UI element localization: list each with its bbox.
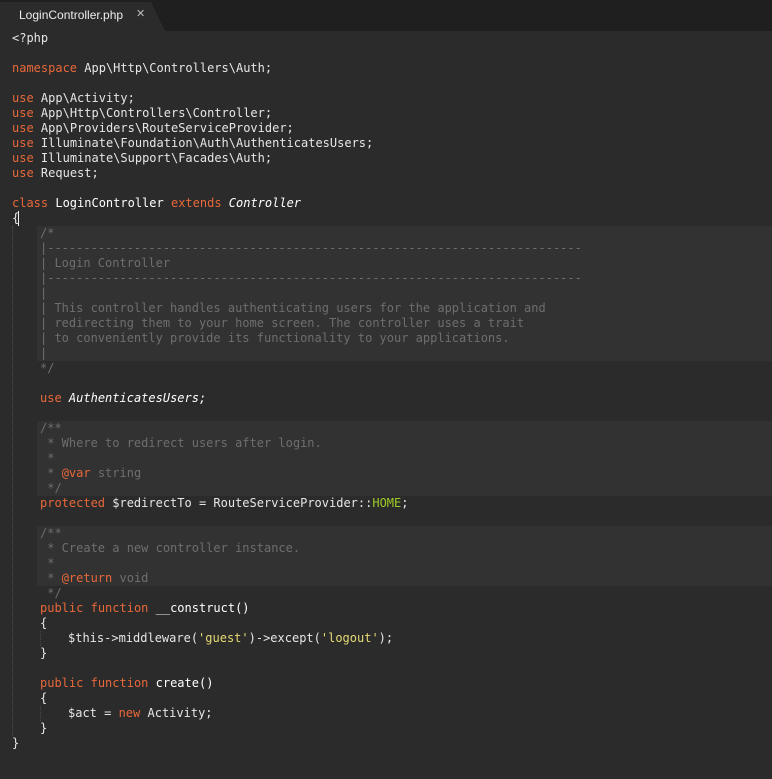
comment-line: /* bbox=[40, 226, 55, 240]
comment-line: | bbox=[40, 346, 48, 360]
code-line: } bbox=[12, 736, 20, 750]
comment-line: * @var string bbox=[40, 466, 142, 480]
comment-line: |---------------------------------------… bbox=[40, 271, 582, 285]
code-line: { bbox=[40, 691, 48, 705]
code-line: { bbox=[12, 211, 20, 225]
comment-line: | redirecting them to your home screen. … bbox=[40, 316, 525, 330]
comment-line: */ bbox=[40, 361, 55, 375]
indent-guide bbox=[40, 706, 42, 721]
indent-guide bbox=[12, 226, 14, 736]
code-line: use AuthenticatesUsers; bbox=[40, 391, 207, 405]
comment-line: * bbox=[40, 556, 55, 570]
comment-line: /** bbox=[40, 421, 62, 435]
code-line: $this->middleware('guest')->except('logo… bbox=[68, 631, 394, 645]
code-line: use Request; bbox=[12, 166, 99, 180]
code-line: } bbox=[40, 721, 48, 735]
comment-line: /** bbox=[40, 526, 62, 540]
code-line: use App\Providers\RouteServiceProvider; bbox=[12, 121, 294, 135]
code-line: } bbox=[40, 646, 48, 660]
code-area[interactable]: <?php namespace App\Http\Controllers\Aut… bbox=[0, 31, 772, 779]
code-line: class LoginController extends Controller bbox=[12, 196, 302, 210]
code-line: use App\Activity; bbox=[12, 91, 135, 105]
comment-line: */ bbox=[40, 586, 62, 600]
indent-guide bbox=[40, 631, 42, 646]
file-tab[interactable]: LoginController.php ✕ bbox=[0, 2, 165, 31]
code-line: use Illuminate\Support\Facades\Auth; bbox=[12, 151, 273, 165]
code-line: use App\Http\Controllers\Controller; bbox=[12, 106, 273, 120]
comment-line: * Where to redirect users after login. bbox=[40, 436, 322, 450]
comment-line: | This controller handles authenticating… bbox=[40, 301, 546, 315]
code-line: { bbox=[40, 616, 48, 630]
comment-line: */ bbox=[40, 481, 62, 495]
code-line: namespace App\Http\Controllers\Auth; bbox=[12, 61, 273, 75]
code-line: protected $redirectTo = RouteServiceProv… bbox=[40, 496, 409, 510]
close-icon[interactable]: ✕ bbox=[136, 7, 145, 20]
comment-line: | to conveniently provide its functional… bbox=[40, 331, 510, 345]
code-line: public function create() bbox=[40, 676, 214, 690]
comment-block-bg bbox=[37, 421, 772, 496]
tab-bar: LoginController.php ✕ bbox=[0, 0, 772, 31]
comment-line: | bbox=[40, 286, 48, 300]
tab-title: LoginController.php bbox=[19, 8, 124, 22]
code-line: <?php bbox=[12, 31, 49, 45]
comment-line: | Login Controller bbox=[40, 256, 171, 270]
comment-line: |---------------------------------------… bbox=[40, 241, 582, 255]
code-editor-window: LoginController.php ✕ <?php namespace Ap… bbox=[0, 0, 772, 779]
code-line: public function __construct() bbox=[40, 601, 250, 615]
comment-line: * @return void bbox=[40, 571, 149, 585]
code-line: use Illuminate\Foundation\Auth\Authentic… bbox=[12, 136, 374, 150]
comment-line: * Create a new controller instance. bbox=[40, 541, 301, 555]
comment-line: * bbox=[40, 451, 55, 465]
code-line: $act = new Activity; bbox=[68, 706, 213, 720]
